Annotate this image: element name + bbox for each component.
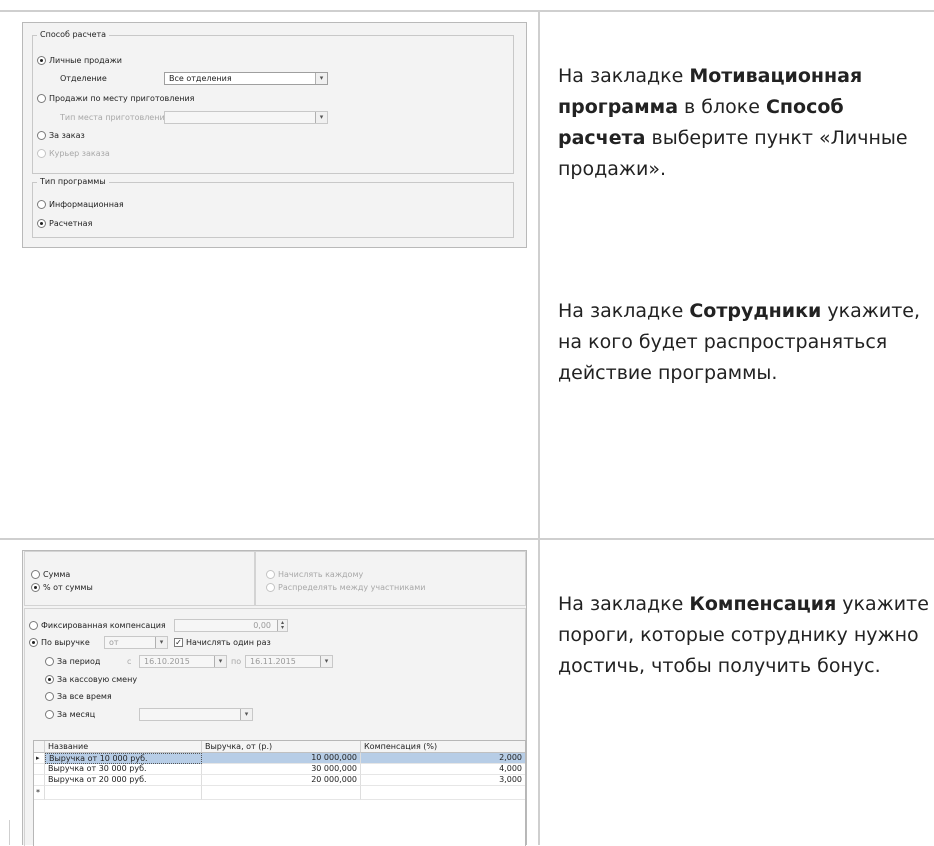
table-cell-compensation[interactable]: 4,000 — [361, 764, 525, 775]
new-row-cell[interactable] — [45, 786, 202, 800]
distribute-label: Распределять между участниками — [278, 583, 426, 592]
table-border-top — [0, 10, 934, 12]
text: На закладке — [558, 593, 690, 615]
per-order-label: За заказ — [49, 131, 85, 140]
table-border-left-bottom — [9, 820, 10, 845]
calculated-radio[interactable] — [37, 219, 46, 228]
month-radio[interactable] — [45, 710, 54, 719]
fixed-comp-input[interactable]: 0,00 ▴ ▾ — [174, 619, 288, 632]
instruction-employees: На закладке Сотрудники укажите, на кого … — [558, 296, 930, 389]
table-cell-revenue[interactable]: 30 000,000 — [202, 764, 361, 775]
shift-label: За кассовую смену — [57, 675, 138, 684]
program-type-group — [32, 182, 514, 238]
chevron-down-icon: ▾ — [320, 656, 332, 667]
row-marker — [34, 775, 45, 786]
month-select[interactable]: ▾ — [139, 708, 253, 721]
table-column-divider — [538, 10, 540, 845]
revenue-from-value: от — [109, 638, 119, 647]
text: На закладке — [558, 300, 690, 322]
sum-radio[interactable] — [31, 570, 40, 579]
calc-method-screenshot: Способ расчета Личные продажи Отделение … — [22, 22, 527, 248]
percent-label: % от суммы — [43, 583, 93, 592]
table-cell-compensation[interactable]: 2,000 — [361, 753, 525, 764]
shift-radio[interactable] — [45, 675, 54, 684]
personal-sales-label: Личные продажи — [49, 56, 122, 65]
chevron-down-icon: ▾ — [240, 709, 252, 720]
column-header-revenue[interactable]: Выручка, от (р.) — [202, 741, 361, 753]
spinner-icon[interactable]: ▴ ▾ — [277, 620, 287, 631]
from-label: с — [127, 657, 132, 666]
date-to-picker[interactable]: 16.11.2015 ▾ — [245, 655, 333, 668]
place-type-label: Тип места приготовления — [60, 113, 170, 122]
department-label: Отделение — [60, 74, 107, 83]
tab-name: Компенсация — [689, 593, 837, 615]
to-label: по — [231, 657, 242, 666]
compensation-screenshot: Сумма % от суммы Начислять каждому Распр… — [22, 550, 527, 846]
new-row-cell[interactable] — [202, 786, 361, 800]
fixed-comp-radio[interactable] — [29, 621, 38, 630]
table-cell-revenue[interactable]: 10 000,000 — [202, 753, 361, 764]
row-marker — [34, 764, 45, 775]
table-cell-name[interactable]: Выручка от 30 000 руб. — [45, 764, 202, 775]
period-radio[interactable] — [45, 657, 54, 666]
thresholds-grid[interactable]: Название Выручка, от (р.) Компенсация (%… — [33, 740, 526, 846]
by-revenue-label: По выручке — [41, 638, 90, 647]
table-cell-name[interactable]: Выручка от 10 000 руб. — [45, 753, 202, 764]
column-header-name[interactable]: Название — [45, 741, 202, 753]
charge-each-radio[interactable] — [266, 570, 275, 579]
instruction-table: Способ расчета Личные продажи Отделение … — [0, 0, 934, 846]
chevron-down-icon: ▾ — [315, 73, 327, 84]
date-from-value: 16.10.2015 — [144, 657, 190, 666]
by-revenue-radio[interactable] — [29, 638, 38, 647]
all-time-label: За все время — [57, 692, 112, 701]
instruction-calc-method: На закладке Мотивационная программа в бл… — [558, 61, 930, 185]
column-header-compensation[interactable]: Компенсация (%) — [361, 741, 525, 753]
charge-each-label: Начислять каждому — [278, 570, 364, 579]
sum-label: Сумма — [43, 570, 71, 579]
table-border-middle — [0, 538, 934, 540]
charge-once-checkbox[interactable]: ✓ — [174, 638, 183, 647]
instruction-compensation: На закладке Компенсация укажите пороги, … — [558, 589, 930, 682]
fixed-comp-label: Фиксированная компенсация — [41, 621, 166, 630]
date-from-picker[interactable]: 16.10.2015 ▾ — [139, 655, 227, 668]
charge-once-label: Начислять один раз — [186, 638, 271, 647]
tab-name: Сотрудники — [689, 300, 822, 322]
department-select-value: Все отделения — [169, 74, 232, 83]
table-cell-compensation[interactable]: 3,000 — [361, 775, 525, 786]
informational-radio[interactable] — [37, 200, 46, 209]
place-sales-radio[interactable] — [37, 94, 46, 103]
place-sales-label: Продажи по месту приготовления — [49, 94, 195, 103]
row-marker-new: * — [34, 786, 45, 800]
distribute-radio[interactable] — [266, 583, 275, 592]
text: На закладке — [558, 65, 690, 87]
courier-radio[interactable] — [37, 149, 46, 158]
date-to-value: 16.11.2015 — [250, 657, 296, 666]
courier-label: Курьер заказа — [49, 149, 110, 158]
calculated-label: Расчетная — [49, 219, 93, 228]
row-header-column — [34, 741, 45, 753]
month-label: За месяц — [57, 710, 96, 719]
program-type-group-title: Тип программы — [37, 177, 109, 187]
revenue-from-select[interactable]: от ▾ — [104, 636, 168, 649]
chevron-down-icon: ▾ — [214, 656, 226, 667]
chevron-down-icon: ▾ — [315, 112, 327, 123]
personal-sales-radio[interactable] — [37, 56, 46, 65]
all-time-radio[interactable] — [45, 692, 54, 701]
fixed-comp-value: 0,00 — [253, 621, 271, 630]
informational-label: Информационная — [49, 200, 124, 209]
calc-method-group-title: Способ расчета — [37, 30, 110, 40]
table-cell-revenue[interactable]: 20 000,000 — [202, 775, 361, 786]
period-label: За период — [57, 657, 101, 666]
new-row-cell[interactable] — [361, 786, 525, 800]
table-cell-name[interactable]: Выручка от 20 000 руб. — [45, 775, 202, 786]
per-order-radio[interactable] — [37, 131, 46, 140]
chevron-down-icon: ▾ — [155, 637, 167, 648]
department-select[interactable]: Все отделения ▾ — [164, 72, 328, 85]
text: в блоке — [678, 96, 766, 118]
row-marker-current: ▸ — [34, 753, 45, 764]
percent-radio[interactable] — [31, 583, 40, 592]
place-type-select[interactable]: ▾ — [164, 111, 328, 124]
